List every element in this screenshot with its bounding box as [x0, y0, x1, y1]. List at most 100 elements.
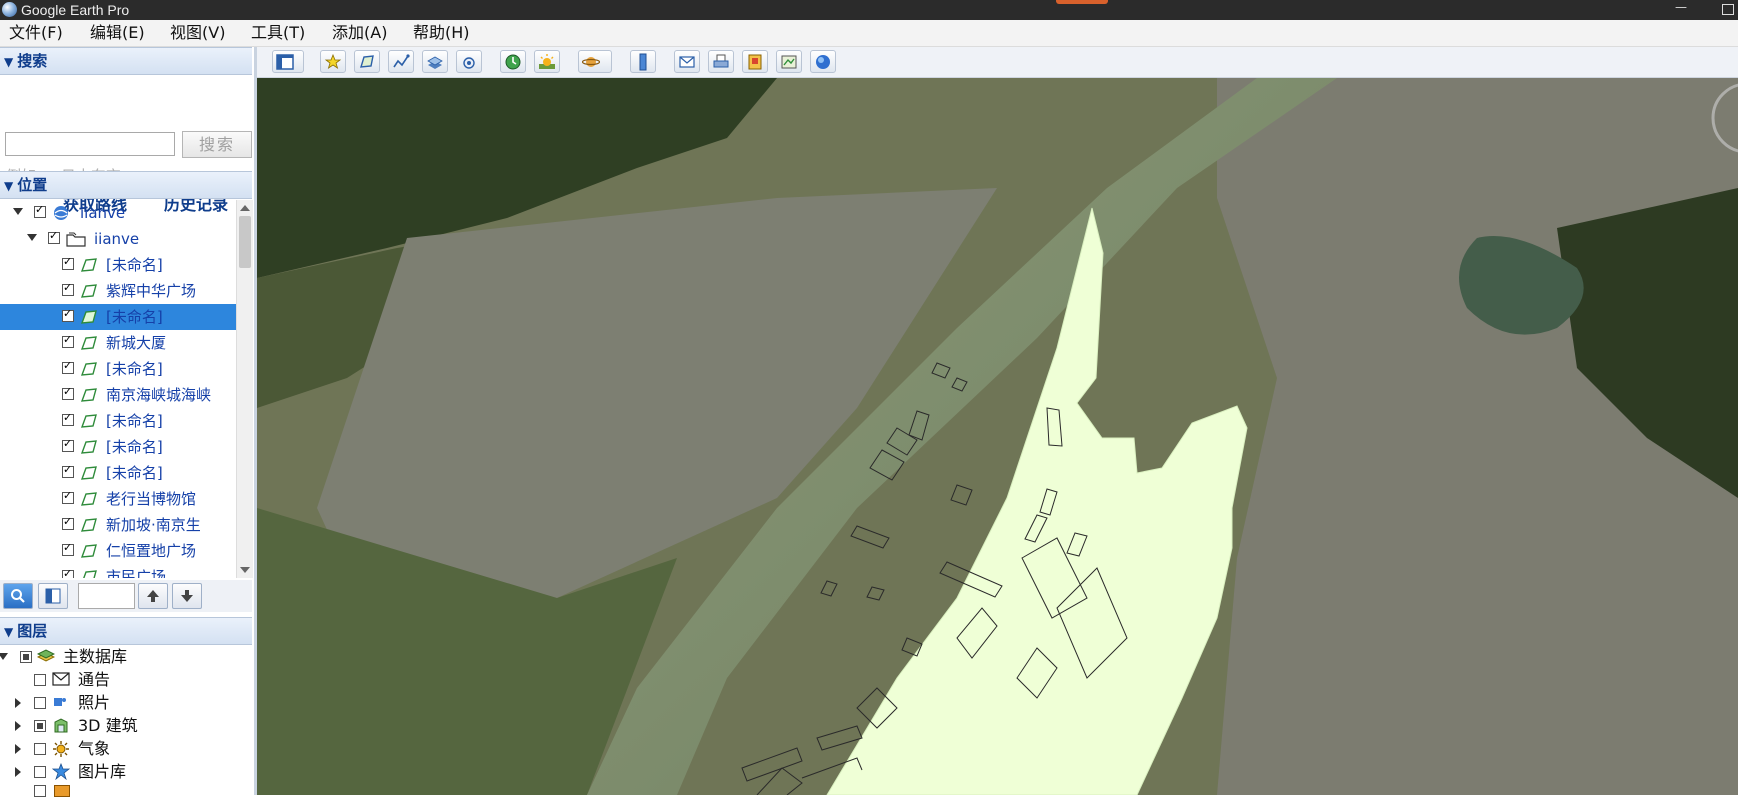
places-header-label: 位置	[17, 176, 48, 194]
checkbox[interactable]	[62, 463, 74, 478]
menu-help[interactable]: 帮助(H)	[413, 20, 470, 46]
layer-item[interactable]: 通告	[0, 668, 252, 691]
checkbox[interactable]	[62, 411, 74, 426]
checkbox[interactable]	[34, 766, 46, 778]
checkbox[interactable]	[62, 515, 74, 530]
layer-item[interactable]: 图片库	[0, 760, 252, 783]
sunlight-button[interactable]	[534, 50, 560, 73]
view-in-maps-button[interactable]	[776, 50, 802, 73]
search-places-button[interactable]	[3, 583, 33, 609]
menu-edit[interactable]: 编辑(E)	[90, 20, 145, 46]
toggle-sidebar-button[interactable]	[38, 583, 68, 609]
expand-arrow-icon[interactable]	[0, 653, 8, 660]
place-item[interactable]: [未命名]	[0, 252, 236, 278]
polygon-icon	[80, 362, 97, 376]
menu-add[interactable]: 添加(A)	[332, 20, 387, 46]
place-item[interactable]: [未命名]	[0, 408, 236, 434]
checkbox[interactable]	[62, 255, 74, 270]
checkbox[interactable]	[62, 385, 74, 400]
polygon-icon	[80, 492, 97, 506]
checkbox[interactable]	[34, 674, 46, 686]
menu-tools[interactable]: 工具(T)	[251, 20, 305, 46]
layer-item[interactable]: 照片	[0, 691, 252, 714]
checkbox[interactable]	[34, 785, 46, 797]
move-up-button[interactable]	[138, 583, 168, 609]
place-item[interactable]: 南京海峡城海峡	[0, 382, 236, 408]
add-polygon-button[interactable]	[354, 50, 380, 73]
email-button[interactable]	[674, 50, 700, 73]
earth-gallery-button[interactable]	[810, 50, 836, 73]
add-image-overlay-button[interactable]	[422, 50, 448, 73]
place-item-label: [未命名]	[106, 412, 163, 430]
place-item-label: 南京海峡城海峡	[106, 386, 212, 404]
layer-item[interactable]: 气象	[0, 737, 252, 760]
checkbox[interactable]	[20, 651, 32, 663]
sidebar-toggle-button[interactable]	[272, 50, 304, 73]
expand-arrow-icon[interactable]	[27, 234, 37, 241]
place-item[interactable]: [未命名]	[0, 434, 236, 460]
places-folder-row[interactable]: iianve	[0, 226, 236, 252]
place-item[interactable]: [未命名]	[0, 356, 236, 382]
scroll-up-arrow-icon[interactable]	[240, 205, 250, 211]
checkbox[interactable]	[62, 489, 74, 504]
save-image-button[interactable]	[742, 50, 768, 73]
place-item[interactable]: [未命名]	[0, 460, 236, 486]
place-item[interactable]: 紫辉中华广场	[0, 278, 236, 304]
layers-panel-header[interactable]: ▼ 图层	[0, 617, 252, 645]
search-panel-header[interactable]: ▼ 搜索	[0, 47, 252, 75]
place-item-selected[interactable]: [未命名]	[0, 304, 236, 330]
places-filter-input[interactable]	[78, 583, 135, 609]
historical-imagery-button[interactable]	[500, 50, 526, 73]
add-path-button[interactable]	[388, 50, 414, 73]
window-title: Google Earth Pro	[21, 2, 130, 18]
place-item[interactable]: 新城大厦	[0, 330, 236, 356]
checkbox[interactable]	[62, 333, 74, 348]
menu-file[interactable]: 文件(F)	[9, 20, 63, 46]
scroll-down-arrow-icon[interactable]	[240, 567, 250, 573]
expand-arrow-icon[interactable]	[13, 208, 23, 215]
layer-item[interactable]: 3D 建筑	[0, 714, 252, 737]
minimize-button[interactable]: —	[1670, 0, 1692, 20]
print-button[interactable]	[708, 50, 734, 73]
place-item[interactable]: 新加坡·南京生	[0, 512, 236, 538]
expand-arrow-icon[interactable]	[15, 698, 21, 708]
place-item[interactable]: 仁恒置地广场	[0, 538, 236, 564]
ruler-button[interactable]	[630, 50, 656, 73]
checkbox[interactable]	[48, 229, 60, 244]
checkbox[interactable]	[62, 359, 74, 374]
search-button[interactable]: 搜索	[182, 131, 252, 158]
expand-arrow-icon[interactable]	[15, 767, 21, 777]
3d-buildings-icon	[54, 718, 68, 733]
checkbox[interactable]	[62, 281, 74, 296]
checkbox[interactable]	[62, 307, 74, 322]
layer-label: 主数据库	[63, 647, 128, 666]
record-tour-button[interactable]	[456, 50, 482, 73]
map-viewport[interactable]	[257, 78, 1738, 795]
maximize-button[interactable]	[1722, 4, 1734, 15]
places-panel-header[interactable]: ▼ 位置	[0, 171, 252, 199]
checkbox[interactable]	[62, 541, 74, 556]
magnifier-icon	[11, 589, 25, 603]
place-item[interactable]: 老行当博物馆	[0, 486, 236, 512]
expand-arrow-icon[interactable]	[15, 744, 21, 754]
move-down-button[interactable]	[172, 583, 202, 609]
places-root-row[interactable]: iianve	[0, 200, 236, 226]
checkbox[interactable]	[34, 743, 46, 755]
place-item-label: [未命名]	[106, 464, 163, 482]
polygon-icon	[80, 388, 97, 402]
checkbox[interactable]	[62, 567, 74, 578]
checkbox[interactable]	[62, 437, 74, 452]
search-input[interactable]	[5, 132, 175, 156]
checkbox[interactable]	[34, 720, 46, 732]
places-scrollbar[interactable]	[236, 200, 253, 578]
add-placemark-button[interactable]	[320, 50, 346, 73]
layer-item[interactable]: 主数据库	[0, 645, 252, 668]
checkbox[interactable]	[34, 697, 46, 709]
checkbox[interactable]	[34, 203, 46, 218]
menu-view[interactable]: 视图(V)	[170, 20, 225, 46]
expand-arrow-icon[interactable]	[15, 721, 21, 731]
layers-header-label: 图层	[17, 622, 48, 640]
scroll-thumb[interactable]	[239, 216, 251, 268]
place-item[interactable]: 市民广场	[0, 564, 236, 578]
planets-button[interactable]	[578, 50, 612, 73]
